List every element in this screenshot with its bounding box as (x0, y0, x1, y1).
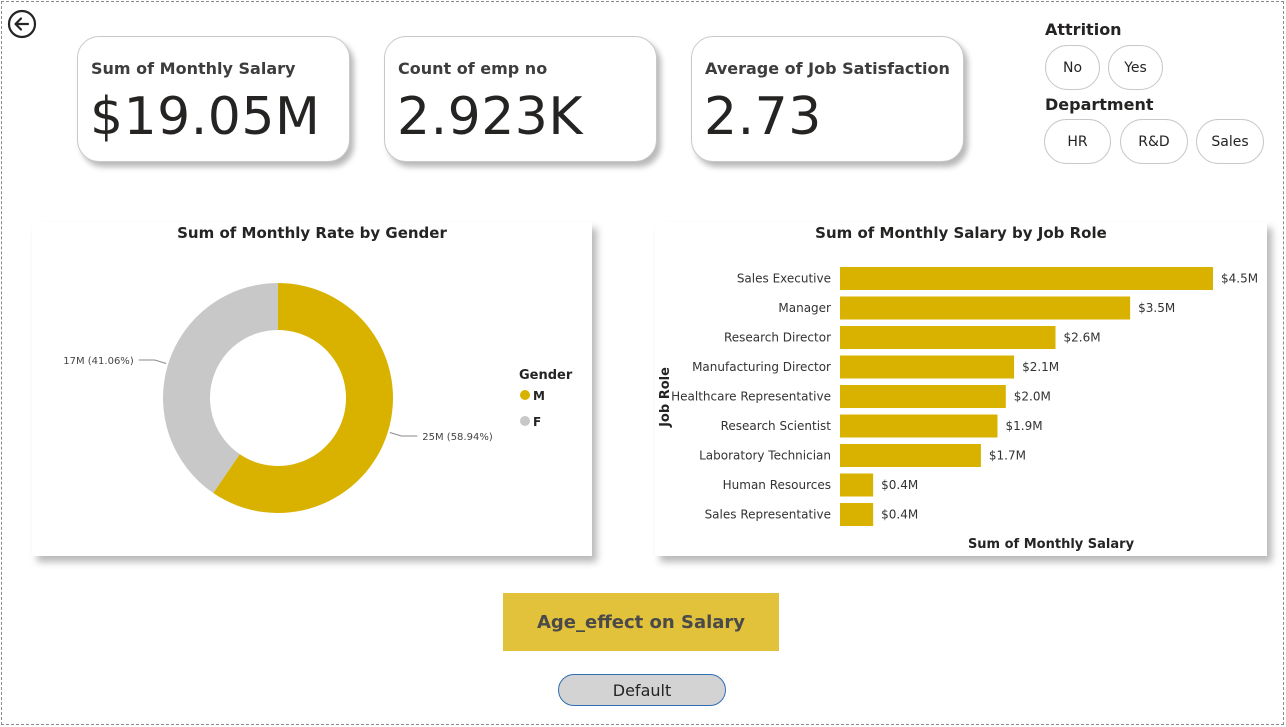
card-value: $19.05M (90, 87, 321, 147)
bar-healthcare-representative[interactable] (840, 385, 1006, 408)
category-label: Sales Representative (705, 508, 831, 522)
back-arrow-icon[interactable] (7, 9, 37, 39)
bar-data-label: $0.4M (881, 508, 918, 522)
donut-chart-visual[interactable]: Sum of Monthly Rate by Gender 25M (58.94… (32, 222, 592, 556)
legend-item-m[interactable]: M (520, 389, 545, 403)
x-axis-title: Sum of Monthly Salary (968, 537, 1135, 552)
department-option-hr[interactable]: HR (1044, 119, 1111, 164)
category-label: Manufacturing Director (692, 360, 831, 374)
legend-title: Gender (519, 368, 573, 383)
bar-sales-executive[interactable] (840, 267, 1213, 290)
card-value: 2.923K (397, 87, 583, 147)
card-title: Count of emp no (398, 59, 548, 78)
bar-data-label: $3.5M (1138, 301, 1175, 315)
bar-data-label: $2.6M (1064, 331, 1101, 345)
donut-data-label: 17M (41.06%) (63, 356, 134, 367)
category-label: Research Director (724, 331, 831, 345)
bar-data-label: $0.4M (881, 478, 918, 492)
bar-sales-representative[interactable] (840, 503, 874, 526)
leader-line (389, 432, 418, 437)
bar-research-scientist[interactable] (840, 414, 998, 438)
donut-slice-f[interactable] (163, 283, 278, 494)
bar-data-label: $1.7M (989, 449, 1026, 463)
attrition-slicer-title: Attrition (1045, 20, 1122, 39)
department-slicer-title: Department (1045, 95, 1154, 114)
card-title: Average of Job Satisfaction (705, 59, 950, 78)
legend-marker (520, 416, 530, 426)
category-label: Human Resources (723, 478, 831, 492)
bar-laboratory-technician[interactable] (840, 444, 981, 467)
bar-data-label: $2.0M (1014, 390, 1051, 404)
card-value: 2.73 (704, 87, 822, 147)
bar-data-label: $4.5M (1221, 272, 1258, 286)
leader-line (138, 359, 167, 364)
category-label: Healthcare Representative (671, 390, 831, 404)
attrition-option-yes[interactable]: Yes (1108, 45, 1163, 90)
age-effect-button[interactable]: Age_effect on Salary (503, 593, 779, 651)
bar-manager[interactable] (840, 296, 1131, 320)
legend-marker (520, 390, 530, 400)
attrition-option-no[interactable]: No (1045, 45, 1100, 90)
department-option-rd[interactable]: R&D (1120, 119, 1188, 164)
kpi-card-monthly-salary[interactable]: Sum of Monthly Salary $19.05M (77, 36, 350, 162)
bar-chart: Sales Executive $4.5M Manager $3.5M Research… (658, 267, 1258, 552)
y-axis-title: Job Role (658, 367, 673, 428)
bar-chart-visual[interactable]: Sum of Monthly Salary by Job Role Sales … (655, 222, 1267, 556)
card-title: Sum of Monthly Salary (91, 59, 296, 78)
category-label: Laboratory Technician (699, 449, 831, 463)
bar-data-label: $1.9M (1005, 419, 1042, 433)
bar-data-label: $2.1M (1022, 360, 1059, 374)
donut-chart: 25M (58.94%) 17M (41.06%) Gender M F (63, 283, 573, 513)
legend-label: F (533, 415, 541, 429)
legend-item-f[interactable]: F (520, 415, 541, 429)
default-button[interactable]: Default (558, 674, 726, 706)
bar-manufacturing-director[interactable] (840, 355, 1015, 379)
bar-human-resources[interactable] (840, 473, 874, 497)
bar-research-director[interactable] (840, 326, 1056, 349)
category-label: Sales Executive (737, 272, 831, 286)
category-label: Research Scientist (721, 419, 832, 433)
kpi-card-employee-count[interactable]: Count of emp no 2.923K (384, 36, 657, 162)
department-option-sales[interactable]: Sales (1196, 119, 1264, 164)
donut-data-label: 25M (58.94%) (422, 432, 493, 443)
legend-label: M (533, 389, 545, 403)
category-label: Manager (778, 301, 831, 315)
kpi-card-job-satisfaction[interactable]: Average of Job Satisfaction 2.73 (691, 36, 964, 162)
